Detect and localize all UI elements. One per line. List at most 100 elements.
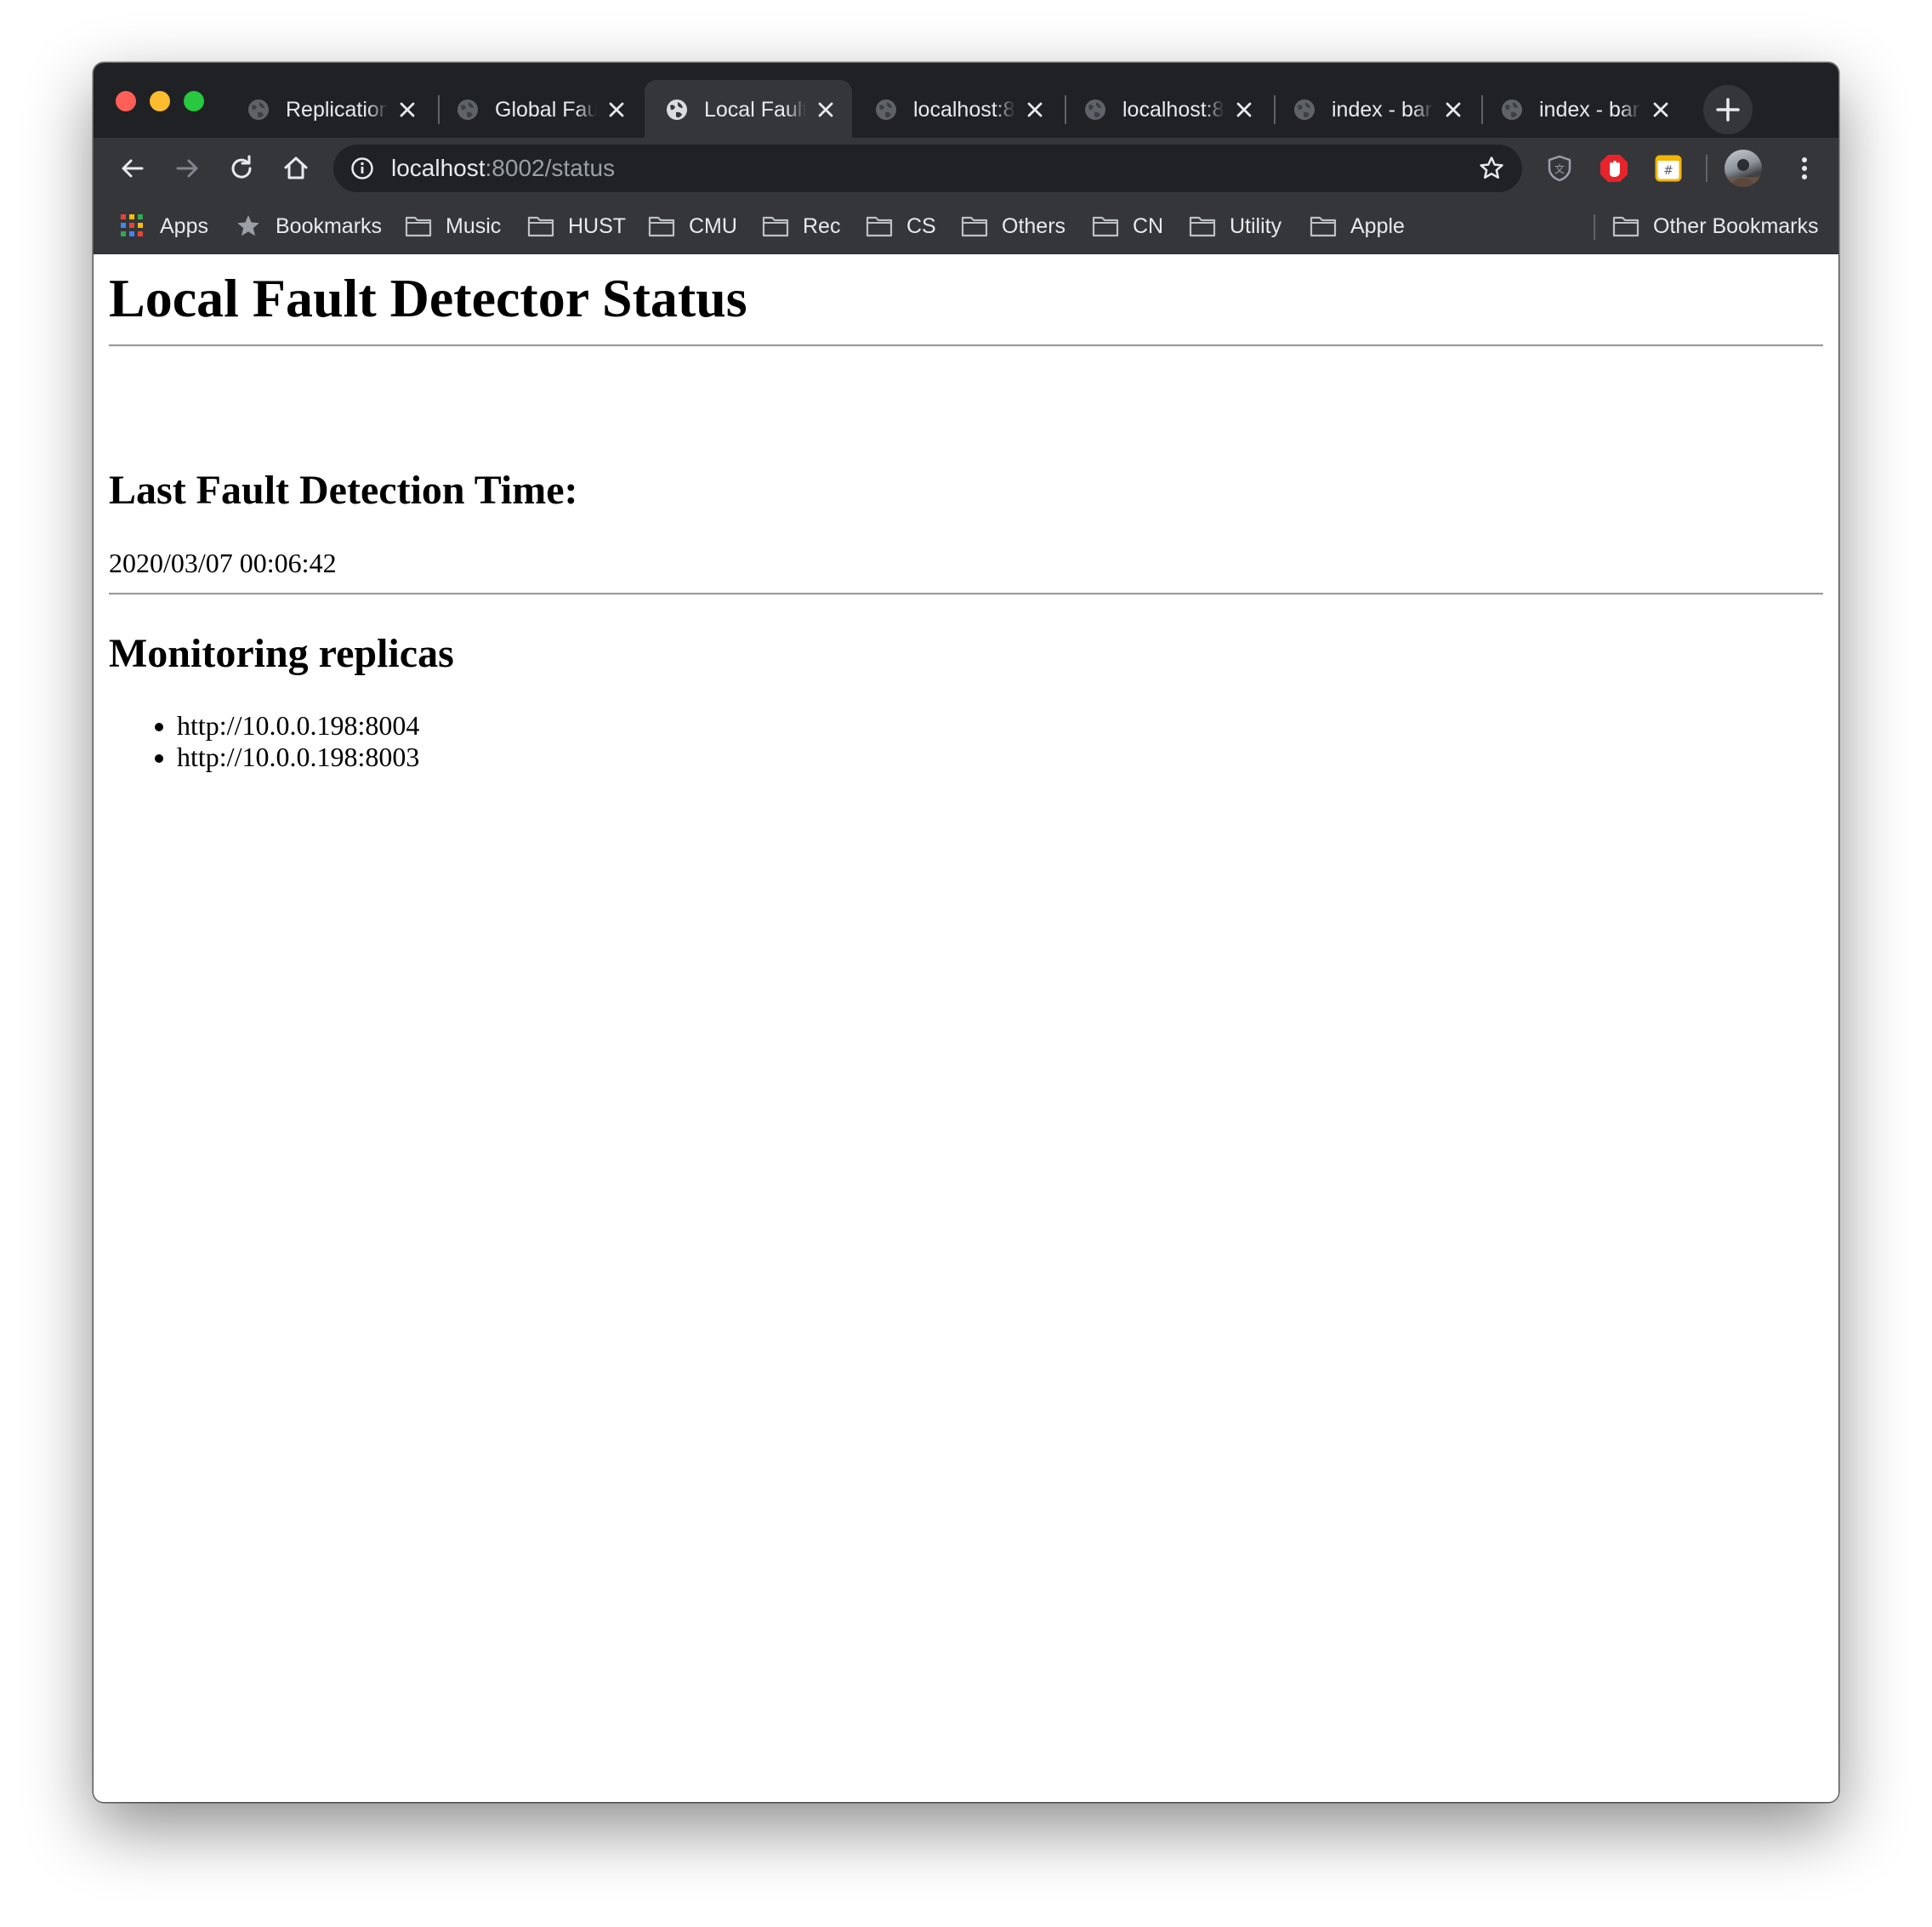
tab-local-fault[interactable]: Local Fault <box>645 80 852 138</box>
bookmark-cmu[interactable]: CMU <box>648 211 737 242</box>
bookmark-label: Rec <box>803 213 841 238</box>
toolbar: localhost:8002/status 文 # <box>94 138 1838 199</box>
globe-icon <box>1294 99 1315 120</box>
folder-icon <box>1310 216 1337 237</box>
bookmark-label: Bookmarks <box>276 213 383 238</box>
shield-extension-icon[interactable]: 文 <box>1543 151 1577 185</box>
folder-icon <box>648 216 675 237</box>
bookmark-other-bookmarks[interactable]: Other Bookmarks <box>1612 211 1819 242</box>
home-icon[interactable] <box>279 151 313 185</box>
bookmark-label: HUST <box>568 213 627 238</box>
bookmark-others[interactable]: Others <box>961 211 1065 242</box>
url-host: localhost <box>391 155 486 181</box>
info-icon[interactable] <box>350 156 374 180</box>
list-item: http://10.0.0.198:8004 <box>177 710 419 742</box>
bookmark-cs[interactable]: CS <box>866 211 936 242</box>
bookmark-apple[interactable]: Apple <box>1310 211 1405 242</box>
tab-title: Replication <box>286 98 388 122</box>
globe-icon <box>876 99 896 120</box>
toolbar-divider <box>1706 155 1708 182</box>
close-window-button[interactable] <box>116 91 136 111</box>
svg-text:文: 文 <box>1554 162 1565 175</box>
new-tab-button[interactable] <box>1703 85 1753 134</box>
last-detection-heading: Last Fault Detection Time: <box>109 468 578 513</box>
avatar-image <box>1725 159 1762 187</box>
divider <box>109 593 1823 595</box>
bookmark-label: Music <box>446 213 502 238</box>
page-title: Local Fault Detector Status <box>109 268 747 328</box>
globe-icon <box>457 99 478 120</box>
star-icon <box>237 215 259 236</box>
bookmark-label: CN <box>1133 213 1164 238</box>
bookmark-label: Apple <box>1350 213 1405 238</box>
close-tab-icon[interactable] <box>396 99 418 121</box>
browser-window: Replication Global Fault Local Fault loc… <box>94 63 1838 1802</box>
tab-title: index - bar <box>1539 98 1640 122</box>
bookmark-cn[interactable]: CN <box>1092 211 1163 242</box>
close-tab-icon[interactable] <box>605 99 628 121</box>
url-text[interactable]: localhost:8002/status <box>391 156 615 181</box>
bookmark-hust[interactable]: HUST <box>527 211 626 242</box>
bookmarks-bar: Apps Bookmarks Music HUST CMU Rec CS Oth… <box>94 199 1838 254</box>
notes-extension-icon[interactable]: # <box>1651 151 1685 185</box>
zoom-window-button[interactable] <box>184 91 204 111</box>
tab-replication[interactable]: Replication <box>226 80 434 138</box>
tab-title: Local Fault <box>704 98 806 122</box>
close-tab-icon[interactable] <box>815 99 837 121</box>
bookmark-bookmarks[interactable]: Bookmarks <box>235 211 382 242</box>
tab-index-2[interactable]: index - bar <box>1480 80 1687 138</box>
replicas-heading: Monitoring replicas <box>109 631 454 676</box>
folder-icon <box>1092 216 1119 237</box>
folder-icon <box>405 216 432 237</box>
bookmarks-separator <box>1594 214 1595 240</box>
last-detection-time: 2020/03/07 00:06:42 <box>109 548 337 578</box>
page-content: Local Fault Detector Status Last Fault D… <box>94 254 1838 1802</box>
divider <box>109 344 1823 347</box>
url-path: :8002/status <box>485 155 616 181</box>
tab-title: index - bar <box>1332 98 1433 122</box>
plus-icon <box>1716 98 1740 122</box>
bookmark-label: Utility <box>1230 213 1282 238</box>
close-tab-icon[interactable] <box>1233 99 1255 121</box>
close-tab-icon[interactable] <box>1650 99 1672 121</box>
folder-icon <box>527 216 554 237</box>
minimize-window-button[interactable] <box>150 91 170 111</box>
globe-icon <box>667 99 687 120</box>
forward-arrow-icon[interactable] <box>170 151 204 185</box>
close-tab-icon[interactable] <box>1442 99 1464 121</box>
reload-icon[interactable] <box>224 151 259 185</box>
bookmark-label: Other Bookmarks <box>1653 213 1819 238</box>
globe-icon <box>1502 99 1522 120</box>
bookmark-label: CS <box>906 213 936 238</box>
tab-strip: Replication Global Fault Local Fault loc… <box>94 63 1838 138</box>
folder-icon <box>866 216 893 237</box>
apps-grid-icon <box>121 214 143 236</box>
bookmark-label: CMU <box>689 213 737 238</box>
svg-text:#: # <box>1663 164 1673 178</box>
globe-icon <box>248 99 269 120</box>
tab-localhost-1[interactable]: localhost:8 <box>854 80 1061 138</box>
bookmark-rec[interactable]: Rec <box>762 211 840 242</box>
bookmark-label: Others <box>1002 213 1066 238</box>
tab-localhost-2[interactable]: localhost:8 <box>1063 80 1270 138</box>
bookmark-apps[interactable]: Apps <box>119 211 208 242</box>
bookmark-utility[interactable]: Utility <box>1189 211 1281 242</box>
tab-title: localhost:8 <box>1122 98 1225 122</box>
profile-avatar[interactable] <box>1725 150 1762 187</box>
tab-global-fault[interactable]: Global Fault <box>435 80 643 138</box>
more-menu-icon[interactable] <box>1787 151 1821 185</box>
tab-index-1[interactable]: index - bar <box>1272 80 1480 138</box>
address-bar[interactable]: localhost:8002/status <box>333 145 1522 192</box>
folder-icon <box>762 216 789 237</box>
folder-icon <box>1612 216 1639 237</box>
globe-icon <box>1085 99 1105 120</box>
folder-icon <box>1189 216 1216 237</box>
bookmark-music[interactable]: Music <box>405 211 501 242</box>
bookmark-star-icon[interactable] <box>1478 155 1505 182</box>
adblock-extension-icon[interactable] <box>1597 151 1631 185</box>
tab-title: localhost:8 <box>913 98 1015 122</box>
folder-icon <box>961 216 988 237</box>
close-tab-icon[interactable] <box>1024 99 1046 121</box>
list-item: http://10.0.0.198:8003 <box>177 742 419 773</box>
back-arrow-icon[interactable] <box>116 151 150 185</box>
